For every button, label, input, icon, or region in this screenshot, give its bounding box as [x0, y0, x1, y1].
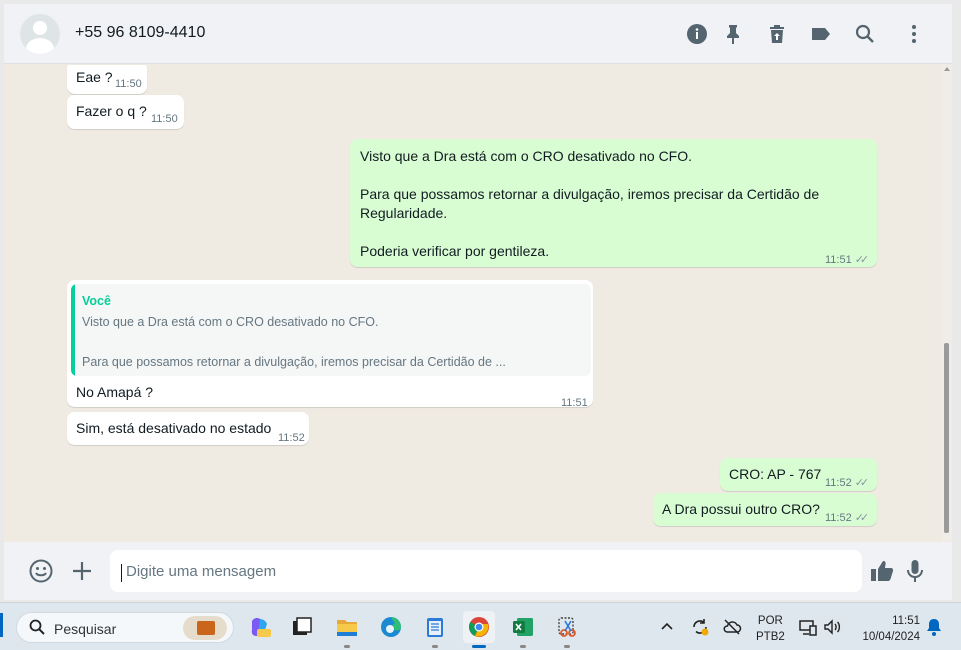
- text-caret: [121, 564, 122, 582]
- taskbar-search[interactable]: Pesquisar: [16, 612, 234, 643]
- scrollbar[interactable]: [942, 65, 952, 541]
- message-text: CRO: AP - 767: [729, 466, 822, 482]
- message-time: 11:50: [115, 78, 142, 90]
- sync-icon[interactable]: [690, 617, 710, 640]
- message-time: 11:50: [151, 113, 178, 125]
- file-explorer-icon[interactable]: [331, 611, 363, 648]
- chrome-browser-icon[interactable]: [463, 611, 495, 648]
- start-edge[interactable]: [0, 613, 3, 637]
- info-icon[interactable]: [685, 22, 709, 46]
- volume-icon[interactable]: [822, 617, 842, 640]
- message-text: Visto que a Dra está com o CRO desativad…: [360, 148, 820, 259]
- message-outgoing[interactable]: Visto que a Dra está com o CRO desativad…: [350, 139, 877, 267]
- pin-icon[interactable]: [721, 22, 745, 46]
- delete-icon[interactable]: [765, 22, 789, 46]
- message-text: A Dra possui outro CRO?: [662, 501, 820, 517]
- task-view-icon[interactable]: [286, 611, 318, 643]
- whatsapp-window: +55 96 8109-4410 Eae ? 11:50 Fazer o q ?…: [4, 4, 952, 600]
- message-incoming[interactable]: Fazer o q ? 11:50: [67, 95, 184, 129]
- message-outgoing[interactable]: A Dra possui outro CRO? 11:52 ✓✓: [653, 493, 877, 526]
- avatar[interactable]: [20, 14, 60, 54]
- message-text: Sim, está desativado no estado: [76, 420, 272, 436]
- message-text: No Amapá ?: [76, 384, 154, 400]
- message-incoming[interactable]: Eae ? 11:50: [67, 65, 147, 94]
- compose-bar: [4, 542, 952, 600]
- briefcase-icon: [183, 616, 227, 640]
- edge-browser-icon[interactable]: [375, 611, 407, 643]
- message-time: 11:52 ✓✓: [825, 474, 870, 493]
- quote-text: Visto que a Dra está com o CRO desativad…: [82, 315, 506, 369]
- attach-plus-icon[interactable]: [69, 558, 95, 584]
- message-outgoing[interactable]: CRO: AP - 767 11:52 ✓✓: [720, 458, 877, 491]
- snipping-tool-icon[interactable]: [551, 611, 583, 648]
- double-check-icon: ✓✓: [854, 512, 870, 524]
- message-time: 11:52: [278, 432, 305, 444]
- quoted-message[interactable]: Você Visto que a Dra está com o CRO desa…: [71, 284, 591, 376]
- taskbar-search-label: Pesquisar: [54, 621, 117, 637]
- copilot-app-icon[interactable]: [244, 611, 276, 643]
- menu-dots-icon[interactable]: [902, 22, 926, 46]
- windows-taskbar: Pesquisar POR PTB2 11:51 10/04/2024: [0, 602, 961, 650]
- message-incoming[interactable]: Sim, está desativado no estado 11:52: [67, 412, 309, 445]
- scroll-thumb[interactable]: [944, 343, 949, 533]
- chevron-up-icon[interactable]: [660, 619, 674, 636]
- network-icon[interactable]: [798, 617, 818, 640]
- input-language[interactable]: POR PTB2: [756, 613, 785, 645]
- double-check-icon: ✓✓: [854, 254, 870, 266]
- message-time: 11:51: [561, 397, 588, 409]
- quote-author: Você: [82, 294, 111, 308]
- search-icon[interactable]: [853, 22, 877, 46]
- cloud-offline-icon[interactable]: [722, 617, 742, 640]
- contact-name[interactable]: +55 96 8109-4410: [75, 24, 205, 42]
- microphone-icon[interactable]: [902, 558, 928, 584]
- message-incoming-reply[interactable]: Você Visto que a Dra está com o CRO desa…: [67, 280, 593, 409]
- label-icon[interactable]: [809, 22, 833, 46]
- notepad-icon[interactable]: [419, 611, 451, 648]
- chat-header: +55 96 8109-4410: [4, 4, 952, 64]
- message-text: Eae ?: [76, 69, 113, 85]
- thumbs-up-icon[interactable]: [869, 558, 895, 584]
- system-clock[interactable]: 11:51 10/04/2024: [856, 613, 920, 645]
- search-icon: [29, 619, 45, 635]
- scroll-up-arrow[interactable]: [944, 67, 950, 71]
- message-list[interactable]: Eae ? 11:50 Fazer o q ? 11:50 Visto que …: [4, 65, 952, 541]
- double-check-icon: ✓✓: [854, 477, 870, 489]
- excel-icon[interactable]: [507, 611, 539, 648]
- emoji-icon[interactable]: [28, 558, 54, 584]
- message-text: Fazer o q ?: [76, 103, 147, 119]
- notification-bell-icon[interactable]: [926, 618, 942, 639]
- message-input[interactable]: [110, 550, 862, 592]
- message-time: 11:52 ✓✓: [825, 509, 870, 528]
- message-time: 11:51 ✓✓: [825, 251, 870, 270]
